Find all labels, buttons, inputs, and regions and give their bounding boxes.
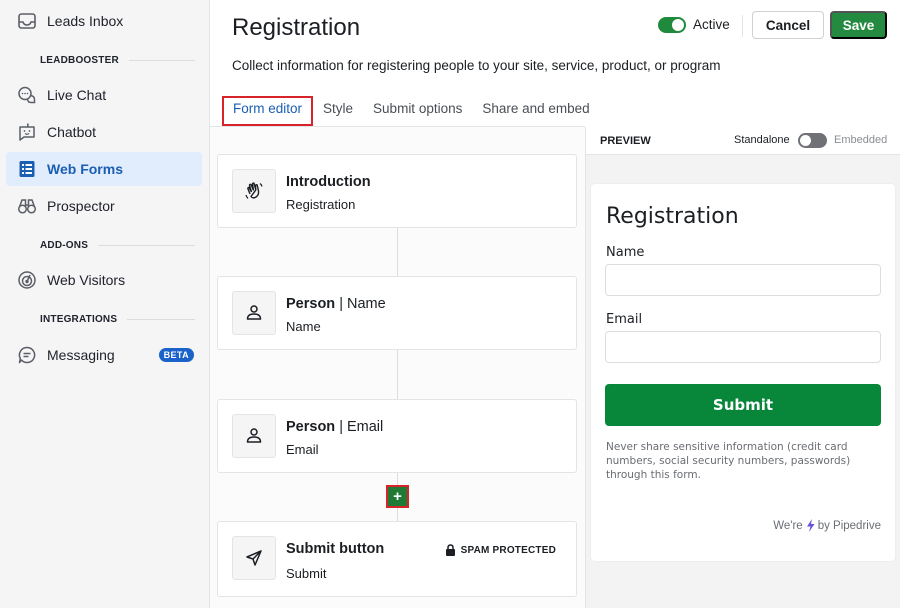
card-subtitle: Name bbox=[286, 319, 321, 334]
connector-line bbox=[397, 228, 398, 278]
form-list-icon bbox=[16, 158, 38, 180]
field-card-person-name[interactable]: Person | Name Name bbox=[217, 276, 577, 350]
card-title: Introduction bbox=[286, 174, 371, 190]
active-toggle[interactable] bbox=[658, 17, 686, 33]
sidebar-item-label: Messaging bbox=[47, 347, 115, 363]
sidebar: Leads Inbox LEADBOOSTER Live Chat Chatbo… bbox=[0, 0, 210, 608]
sidebar-item-label: Web Visitors bbox=[47, 272, 126, 288]
email-input[interactable] bbox=[605, 331, 881, 363]
beta-badge: BETA bbox=[158, 348, 194, 362]
preview-form: Registration Name Email Submit Never sha… bbox=[591, 184, 895, 561]
send-icon bbox=[232, 536, 276, 580]
connector-line bbox=[397, 350, 398, 400]
field-card-submit-button[interactable]: Submit button Submit SPAM PROTECTED bbox=[217, 521, 577, 597]
card-title: Submit button bbox=[286, 541, 385, 557]
active-label: Active bbox=[693, 17, 730, 32]
person-icon bbox=[232, 291, 276, 335]
spam-protected-badge: SPAM PROTECTED bbox=[445, 544, 556, 556]
brand-suffix: by Pipedrive bbox=[817, 519, 881, 532]
message-icon bbox=[16, 344, 38, 366]
sidebar-item-messaging[interactable]: Messaging BETA bbox=[6, 338, 202, 372]
sidebar-item-prospector[interactable]: Prospector bbox=[6, 189, 202, 223]
email-label: Email bbox=[606, 312, 643, 327]
lock-icon bbox=[445, 544, 455, 556]
page-title: Registration bbox=[232, 14, 361, 41]
sidebar-item-leads-inbox[interactable]: Leads Inbox bbox=[6, 4, 202, 38]
chatbot-icon bbox=[16, 121, 38, 143]
section-title: ADD-ONS bbox=[40, 240, 89, 251]
section-title: LEADBOOSTER bbox=[40, 55, 119, 66]
add-field-button[interactable]: + bbox=[386, 485, 409, 508]
page-subtitle: Collect information for registering peop… bbox=[232, 58, 721, 73]
privacy-note: Never share sensitive information (credi… bbox=[606, 441, 851, 481]
waving-hand-icon bbox=[232, 169, 276, 213]
field-card-person-email[interactable]: Person | Email Email bbox=[217, 399, 577, 473]
section-leadbooster: LEADBOOSTER bbox=[40, 55, 195, 66]
card-subtitle: Email bbox=[286, 442, 319, 457]
section-integrations: INTEGRATIONS bbox=[40, 314, 195, 325]
app: Leads Inbox LEADBOOSTER Live Chat Chatbo… bbox=[0, 0, 900, 608]
spam-protected-label: SPAM PROTECTED bbox=[460, 544, 556, 556]
radar-icon bbox=[16, 269, 38, 291]
embedded-label: Embedded bbox=[834, 134, 888, 146]
pipedrive-branding[interactable]: We're by Pipedrive bbox=[773, 519, 881, 532]
divider bbox=[127, 319, 195, 320]
preview-form-title: Registration bbox=[606, 204, 739, 229]
section-addons: ADD-ONS bbox=[40, 240, 195, 251]
sidebar-item-label: Chatbot bbox=[47, 124, 97, 140]
person-icon bbox=[232, 414, 276, 458]
sidebar-item-label: Prospector bbox=[47, 198, 115, 214]
lightning-bolt-icon bbox=[806, 519, 815, 532]
binoculars-icon bbox=[16, 195, 38, 217]
preview-header: PREVIEW Standalone Embedded bbox=[585, 127, 900, 155]
brand-prefix: We're bbox=[773, 519, 803, 532]
tab-bar: Form editor Style Submit options Share a… bbox=[222, 96, 600, 126]
card-subtitle: Submit bbox=[286, 566, 327, 581]
divider bbox=[128, 60, 195, 61]
tab-share-and-embed[interactable]: Share and embed bbox=[472, 96, 599, 126]
card-title: Person | Name bbox=[286, 296, 386, 312]
tab-form-editor[interactable]: Form editor bbox=[222, 96, 314, 126]
inbox-icon bbox=[16, 10, 38, 32]
sidebar-item-label: Web Forms bbox=[47, 161, 123, 177]
preview-title: PREVIEW bbox=[600, 135, 651, 147]
divider bbox=[98, 245, 195, 246]
standalone-label: Standalone bbox=[734, 134, 790, 146]
name-input[interactable] bbox=[605, 264, 881, 296]
section-title: INTEGRATIONS bbox=[40, 314, 118, 325]
sidebar-item-web-visitors[interactable]: Web Visitors bbox=[6, 263, 202, 297]
sidebar-item-label: Leads Inbox bbox=[47, 13, 124, 29]
tab-style[interactable]: Style bbox=[313, 96, 363, 126]
name-label: Name bbox=[606, 245, 645, 260]
card-title: Person | Email bbox=[286, 419, 384, 435]
sidebar-item-chatbot[interactable]: Chatbot bbox=[6, 115, 202, 149]
header-divider bbox=[742, 15, 743, 37]
sidebar-item-live-chat[interactable]: Live Chat bbox=[6, 78, 202, 112]
chat-bubbles-icon bbox=[16, 84, 38, 106]
field-card-introduction[interactable]: Introduction Registration bbox=[217, 154, 577, 228]
cancel-button[interactable]: Cancel bbox=[752, 11, 824, 39]
preview-submit-button[interactable]: Submit bbox=[605, 384, 881, 426]
save-button[interactable]: Save bbox=[830, 11, 887, 39]
standalone-embedded-toggle[interactable] bbox=[798, 133, 827, 148]
sidebar-item-web-forms[interactable]: Web Forms bbox=[6, 152, 202, 186]
tab-submit-options[interactable]: Submit options bbox=[363, 96, 472, 126]
sidebar-item-label: Live Chat bbox=[47, 87, 107, 103]
card-subtitle: Registration bbox=[286, 197, 356, 212]
